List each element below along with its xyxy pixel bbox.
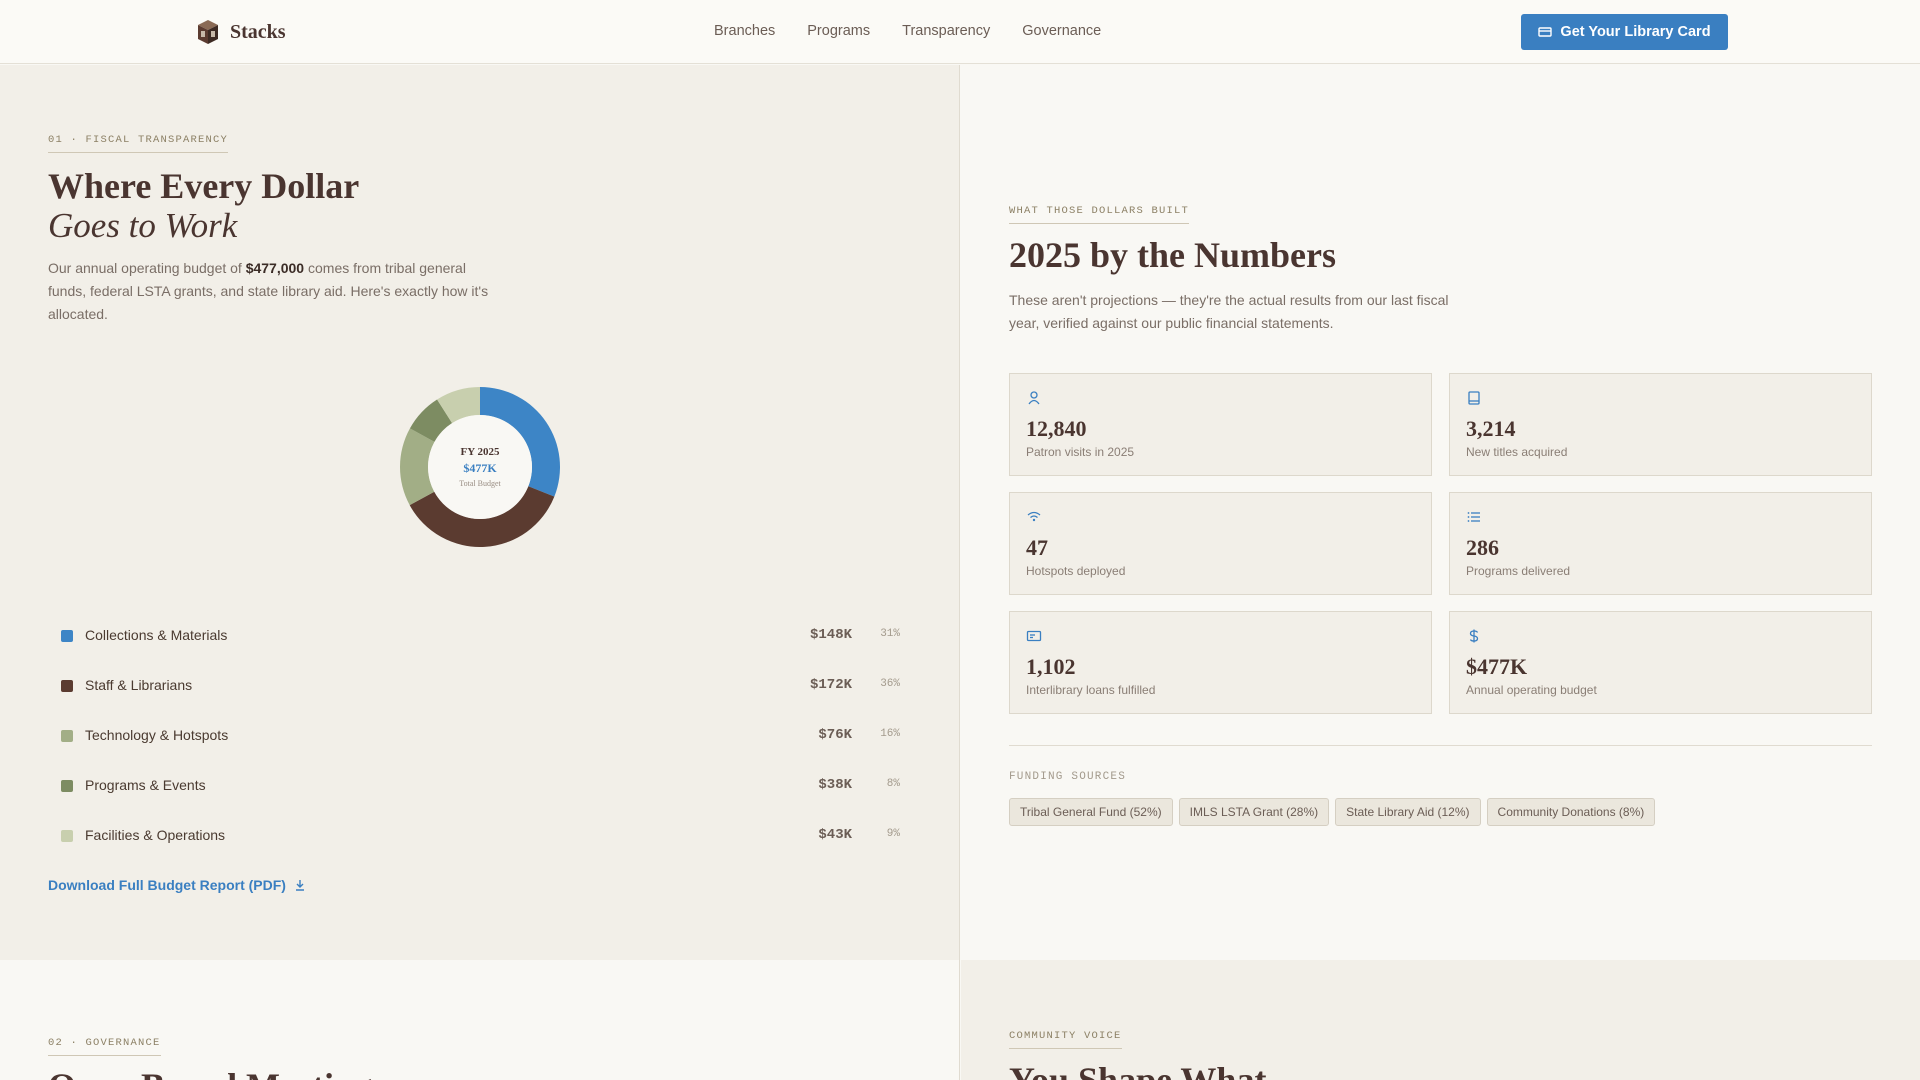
list-icon: [1467, 512, 1480, 522]
lede-amount: $477,000: [245, 260, 305, 276]
numbers-section: WHAT THOSE DOLLARS BUILT 2025 by the Num…: [961, 65, 1920, 960]
nav-governance[interactable]: Governance: [1022, 23, 1101, 39]
dollar-icon: [1469, 629, 1479, 643]
stat-card: 1,102 Interlibrary loans fulfilled: [1009, 611, 1432, 714]
community-section: COMMUNITY VOICE You Shape What: [961, 960, 1920, 1080]
stat-card: 3,214 New titles acquired: [1449, 373, 1872, 476]
governance-section: 02 · GOVERNANCE Open Board Meetings: [0, 960, 960, 1080]
section-eyebrow: 01 · FISCAL TRANSPARENCY: [48, 134, 229, 153]
site-header: Stacks Branches Programs Transparency Go…: [0, 0, 1920, 64]
patron-icon: [1028, 391, 1040, 405]
stat-value: 47: [1026, 535, 1048, 560]
legend-row: Programs & Events $38K 8%: [48, 761, 900, 811]
nav-branches[interactable]: Branches: [714, 23, 775, 39]
funding-tag: State Library Aid (12%): [1335, 798, 1481, 826]
funding-tag: IMLS LSTA Grant (28%): [1178, 798, 1330, 826]
stat-card: 47 Hotspots deployed: [1009, 492, 1432, 595]
get-library-card-button[interactable]: Get Your Library Card: [1521, 14, 1728, 50]
legend-swatch: [61, 630, 73, 642]
stat-label: Hotspots deployed: [1026, 564, 1126, 578]
book-icon: [1468, 391, 1480, 405]
community-title: You Shape What: [1009, 1060, 1267, 1080]
legend-swatch: [61, 830, 73, 842]
divider: [1009, 745, 1872, 746]
budget-description: Our annual operating budget of $477,000 …: [48, 257, 498, 326]
stat-value: 1,102: [1026, 654, 1076, 679]
download-budget-link[interactable]: Download Full Budget Report (PDF): [48, 877, 306, 893]
legend-percent: 8%: [886, 778, 900, 790]
legend-swatch: [61, 680, 73, 692]
download-label: Download Full Budget Report (PDF): [48, 877, 286, 893]
legend-swatch: [61, 730, 73, 742]
nav-transparency[interactable]: Transparency: [902, 23, 990, 39]
legend-label: Staff & Librarians: [85, 677, 193, 693]
numbers-title: 2025 by the Numbers: [1009, 235, 1337, 275]
funding-tag: Community Donations (8%): [1486, 798, 1656, 826]
card-icon: [1026, 630, 1042, 642]
stat-card: 12,840 Patron visits in 2025: [1009, 373, 1432, 476]
legend-row: Staff & Librarians $172K 36%: [48, 661, 900, 711]
legend-percent: 31%: [880, 628, 900, 640]
card-icon: [1538, 27, 1553, 37]
stat-label: Annual operating budget: [1466, 683, 1597, 697]
legend-label: Facilities & Operations: [85, 827, 226, 843]
stat-value: 12,840: [1026, 416, 1087, 441]
donut-center: FY 2025 $477K Total Budget: [400, 387, 560, 547]
legend-label: Collections & Materials: [85, 627, 228, 643]
community-eyebrow: COMMUNITY VOICE: [1009, 1030, 1122, 1049]
budget-legend: Collections & Materials $148K 31% Staff & L…: [48, 611, 900, 861]
donut-caption: Total Budget: [459, 479, 501, 488]
legend-percent: 9%: [886, 828, 900, 840]
stat-label: Programs delivered: [1466, 564, 1571, 578]
governance-eyebrow: 02 · GOVERNANCE: [48, 1037, 161, 1056]
budget-donut-chart: FY 2025 $477K Total Budget: [400, 387, 560, 547]
legend-amount: $38K: [818, 777, 852, 793]
governance-title: Open Board Meetings: [48, 1066, 386, 1080]
donut-total: $477K: [463, 461, 497, 475]
stat-label: Interlibrary loans fulfilled: [1026, 683, 1156, 697]
legend-percent: 16%: [880, 728, 900, 740]
library-box-icon: [198, 20, 218, 44]
main-nav: Branches Programs Transparency Governanc…: [714, 23, 1101, 39]
funding-eyebrow: FUNDING SOURCES: [1009, 771, 1127, 783]
stat-value: $477K: [1466, 654, 1528, 679]
section-title-italic: Goes to Work: [48, 206, 238, 245]
fiscal-transparency-section: 01 · FISCAL TRANSPARENCY Where Every Dol…: [0, 65, 960, 960]
legend-amount: $76K: [818, 727, 852, 743]
legend-amount: $148K: [809, 627, 852, 643]
funding-tags: Tribal General Fund (52%) IMLS LSTA Grant…: [1009, 798, 1661, 826]
stat-value: 3,214: [1466, 416, 1516, 441]
legend-amount: $172K: [809, 677, 852, 693]
cta-label: Get Your Library Card: [1560, 24, 1711, 40]
numbers-description: These aren't projections — they're the a…: [1009, 292, 1449, 331]
brand-logo[interactable]: Stacks: [196, 18, 286, 46]
funding-tag: Tribal General Fund (52%): [1009, 798, 1173, 826]
legend-row: Facilities & Operations $43K 9%: [48, 811, 900, 861]
legend-label: Programs & Events: [85, 777, 206, 793]
stat-label: New titles acquired: [1466, 445, 1568, 459]
brand-name: Stacks: [230, 20, 286, 43]
legend-label: Technology & Hotspots: [85, 727, 229, 743]
legend-percent: 36%: [880, 678, 900, 690]
legend-row: Technology & Hotspots $76K 16%: [48, 711, 900, 761]
download-icon: [295, 880, 304, 891]
stat-card: $477K Annual operating budget: [1449, 611, 1872, 714]
donut-year: FY 2025: [460, 446, 500, 458]
stat-card: 286 Programs delivered: [1449, 492, 1872, 595]
lede-text: Our annual operating budget of: [48, 260, 246, 276]
numbers-eyebrow: WHAT THOSE DOLLARS BUILT: [1009, 205, 1190, 224]
legend-amount: $43K: [818, 827, 852, 843]
wifi-icon: [1027, 511, 1041, 522]
stat-label: Patron visits in 2025: [1026, 445, 1135, 459]
stat-value: 286: [1466, 535, 1499, 560]
legend-swatch: [61, 780, 73, 792]
nav-programs[interactable]: Programs: [807, 23, 870, 39]
legend-row: Collections & Materials $148K 31%: [48, 611, 900, 661]
section-title: Where Every Dollar: [48, 166, 360, 206]
